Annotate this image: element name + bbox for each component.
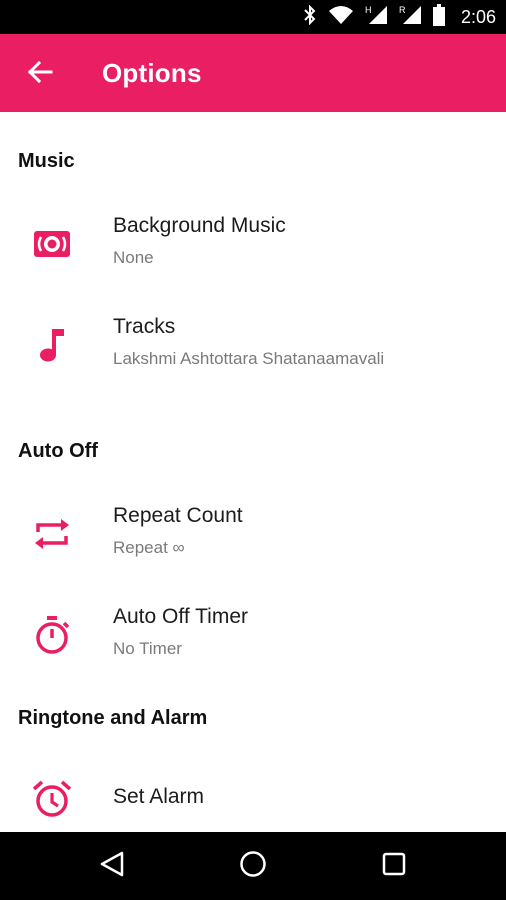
back-triangle-icon: [98, 850, 126, 883]
signal-r-icon: R: [399, 4, 421, 31]
tracks-item[interactable]: Tracks Lakshmi Ashtottara Shatanaamavali: [0, 297, 506, 393]
status-time: 2:06: [460, 6, 496, 27]
battery-icon: [432, 3, 445, 31]
set-alarm-title: Set Alarm: [113, 785, 205, 808]
tracks-value: Lakshmi Ashtottara Shatanaamavali: [113, 349, 385, 368]
svg-text:H: H: [365, 5, 372, 15]
home-circle-icon: [238, 849, 268, 884]
recents-square-icon: [380, 850, 408, 883]
repeat-icon: [28, 510, 76, 558]
tracks-title: Tracks: [113, 315, 176, 338]
background-music-item[interactable]: Background Music None: [0, 196, 506, 292]
status-bar: H R 2:06: [0, 0, 506, 34]
background-music-value: None: [113, 248, 154, 267]
back-button[interactable]: [22, 56, 58, 92]
svg-text:R: R: [399, 5, 406, 15]
nav-recents-button[interactable]: [374, 848, 414, 884]
section-header-auto-off: Auto Off: [18, 440, 98, 462]
bluetooth-icon: [303, 4, 317, 30]
speaker-icon: [28, 220, 76, 268]
app-bar: Options: [0, 34, 506, 112]
nav-back-button[interactable]: [92, 848, 132, 884]
timer-icon: [28, 611, 76, 659]
signal-h-icon: H: [365, 4, 387, 31]
auto-off-timer-item[interactable]: Auto Off Timer No Timer: [0, 587, 506, 683]
section-header-music: Music: [18, 150, 75, 172]
repeat-count-item[interactable]: Repeat Count Repeat ∞: [0, 486, 506, 582]
status-icons: H R 2:06: [303, 0, 496, 34]
background-music-title: Background Music: [113, 214, 286, 237]
repeat-count-value: Repeat ∞: [113, 538, 185, 557]
auto-off-timer-value: No Timer: [113, 639, 182, 658]
repeat-count-title: Repeat Count: [113, 504, 243, 527]
navigation-bar: [0, 832, 506, 900]
arrow-back-icon: [27, 60, 53, 89]
wifi-icon: [328, 5, 353, 30]
nav-home-button[interactable]: [233, 848, 273, 884]
section-header-ringtone-alarm: Ringtone and Alarm: [18, 707, 208, 729]
auto-off-timer-title: Auto Off Timer: [113, 605, 248, 628]
page-title: Options: [102, 58, 202, 88]
alarm-icon: [28, 775, 76, 823]
music-note-icon: [28, 321, 76, 369]
